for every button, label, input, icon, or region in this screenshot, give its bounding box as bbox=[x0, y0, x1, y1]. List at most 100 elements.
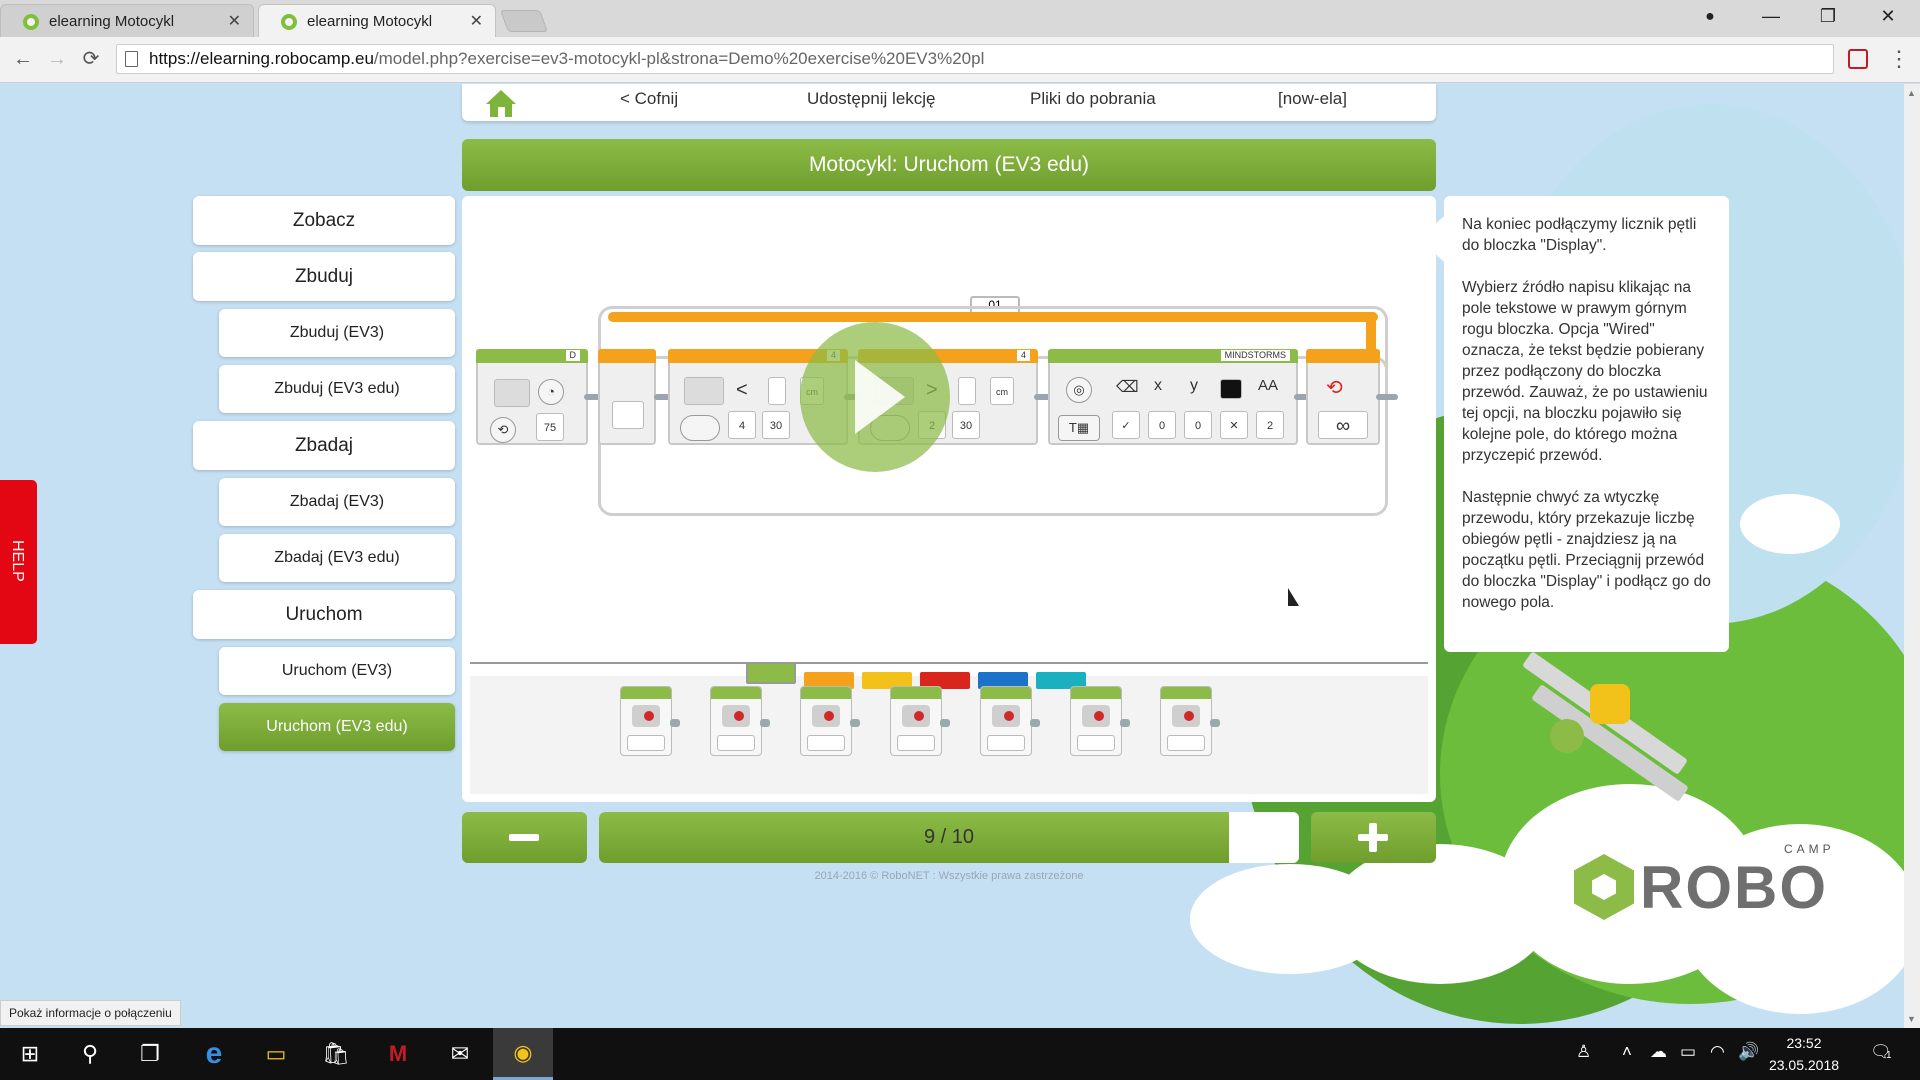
display-color-value[interactable]: ✕ bbox=[1220, 411, 1248, 439]
display-font-value[interactable]: 2 bbox=[1256, 411, 1284, 439]
palette-block[interactable] bbox=[800, 686, 860, 756]
minimize-button[interactable]: — bbox=[1743, 0, 1799, 33]
sidebar-item-zbadaj-ev3[interactable]: Zbadaj (EV3) bbox=[219, 478, 455, 526]
display-x-value[interactable]: 0 bbox=[1148, 411, 1176, 439]
extension-icon[interactable] bbox=[1848, 49, 1868, 69]
battery-icon[interactable]: ▭ bbox=[1680, 1042, 1696, 1062]
play-video-button[interactable] bbox=[800, 322, 950, 472]
volume-icon[interactable]: 🔊 bbox=[1738, 1042, 1759, 1062]
robocamp-hex-icon bbox=[1574, 854, 1634, 920]
x-coordinate-icon: x bbox=[1154, 377, 1162, 394]
large-motor-block[interactable]: D ◔ ⟲ 75 bbox=[476, 349, 588, 445]
account-icon[interactable]: ● bbox=[1682, 0, 1738, 33]
tray-chevron-icon[interactable]: ˄ bbox=[1622, 1042, 1632, 1062]
sidebar-item-uruchom-ev3-edu[interactable]: Uruchom (EV3 edu) bbox=[219, 703, 455, 751]
store-icon[interactable]: 🛍 bbox=[306, 1028, 366, 1080]
page-info-icon[interactable] bbox=[125, 51, 138, 67]
display-mode-selector-icon[interactable]: T▦ bbox=[1058, 415, 1100, 441]
sidebar-item-zbuduj[interactable]: Zbuduj bbox=[193, 252, 455, 301]
previous-step-button[interactable] bbox=[462, 812, 587, 863]
browser-tabbar: elearning Motocykl ✕ elearning Motocykl … bbox=[0, 0, 1920, 37]
mail-icon[interactable]: ✉ bbox=[430, 1028, 490, 1080]
back-link[interactable]: < Cofnij bbox=[620, 84, 678, 114]
close-window-button[interactable]: ✕ bbox=[1860, 0, 1916, 33]
palette-block[interactable] bbox=[710, 686, 770, 756]
browser-menu-icon[interactable]: ⋮ bbox=[1888, 44, 1910, 74]
tab-title: elearning Motocykl bbox=[307, 13, 433, 30]
browser-tab-2[interactable]: elearning Motocykl ✕ bbox=[258, 4, 496, 37]
palette-block[interactable] bbox=[620, 686, 680, 756]
page-scrollbar[interactable]: ▲ ▼ bbox=[1904, 84, 1920, 1028]
background-cloud bbox=[1740, 494, 1840, 554]
scroll-down-icon[interactable]: ▼ bbox=[1907, 1014, 1916, 1024]
display-block[interactable]: MINDSTORMS ◎ ⌫ x y AA T▦ ✓ 0 0 ✕ 2 bbox=[1048, 349, 1298, 445]
reload-button[interactable]: ⟳ bbox=[76, 44, 106, 74]
unit-label: cm bbox=[990, 377, 1014, 405]
search-icon[interactable]: ⚲ bbox=[60, 1028, 120, 1080]
palette-block[interactable] bbox=[980, 686, 1040, 756]
task-view-icon[interactable]: ❐ bbox=[120, 1028, 180, 1080]
loop-mode-infinite[interactable]: ∞ bbox=[1318, 411, 1368, 439]
help-tab[interactable]: HELP bbox=[0, 480, 37, 644]
wait2-value[interactable]: 30 bbox=[952, 411, 980, 439]
hourglass-icon bbox=[684, 377, 724, 405]
scroll-up-icon[interactable]: ▲ bbox=[1907, 88, 1916, 98]
taskbar-clock[interactable]: 23:52 23.05.2018 bbox=[1764, 1032, 1844, 1076]
back-button[interactable]: ← bbox=[8, 44, 38, 74]
start-button-icon[interactable]: ⊞ bbox=[0, 1028, 60, 1080]
clock-time: 23:52 bbox=[1786, 1035, 1822, 1051]
address-url: https://elearning.robocamp.eu/model.php?… bbox=[149, 45, 984, 73]
home-icon[interactable] bbox=[484, 88, 518, 118]
program-canvas[interactable]: 01 D ◔ ⟲ 75 4 < bbox=[470, 204, 1428, 654]
display-y-value[interactable]: 0 bbox=[1184, 411, 1212, 439]
tab-title: elearning Motocykl bbox=[49, 13, 175, 30]
mouse-cursor-icon bbox=[1288, 588, 1299, 606]
edge-icon[interactable]: e bbox=[184, 1028, 244, 1080]
sidebar-item-zbadaj[interactable]: Zbadaj bbox=[193, 421, 455, 470]
sidebar-item-zobacz[interactable]: Zobacz bbox=[193, 196, 455, 245]
user-link[interactable]: [now-ela] bbox=[1278, 84, 1347, 114]
wait1-threshold[interactable]: 4 bbox=[728, 411, 756, 439]
wait1-value[interactable]: 30 bbox=[762, 411, 790, 439]
tab-close-icon[interactable]: ✕ bbox=[228, 5, 241, 38]
palette-block[interactable] bbox=[1160, 686, 1220, 756]
sidebar-item-zbadaj-ev3-edu[interactable]: Zbadaj (EV3 edu) bbox=[219, 534, 455, 582]
loop-start-block[interactable] bbox=[598, 349, 656, 445]
downloads-link[interactable]: Pliki do pobrania bbox=[1030, 84, 1156, 114]
page-viewport: < Cofnij Udostępnij lekcję Pliki do pobr… bbox=[0, 84, 1904, 1028]
palette-tab-1[interactable] bbox=[746, 662, 796, 684]
forward-button[interactable]: → bbox=[42, 44, 72, 74]
tab-close-icon[interactable]: ✕ bbox=[470, 5, 483, 38]
sidebar-item-uruchom-ev3[interactable]: Uruchom (EV3) bbox=[219, 647, 455, 695]
sidebar-item-uruchom[interactable]: Uruchom bbox=[193, 590, 455, 639]
robocamp-favicon-icon bbox=[281, 14, 297, 30]
chrome-icon[interactable]: ◉ bbox=[493, 1028, 553, 1080]
wifi-icon[interactable]: ◠ bbox=[1710, 1042, 1725, 1062]
motor-power-value[interactable]: 75 bbox=[536, 413, 564, 441]
loop-index-plug[interactable] bbox=[612, 401, 644, 429]
url-host: https://elearning.robocamp.eu bbox=[149, 49, 374, 68]
address-bar[interactable]: https://elearning.robocamp.eu/model.php?… bbox=[116, 44, 1834, 74]
notification-count: 1 bbox=[1886, 1050, 1892, 1061]
mode-selector-icon[interactable]: ⟲ bbox=[490, 417, 516, 443]
sidebar-item-zbuduj-ev3[interactable]: Zbuduj (EV3) bbox=[219, 309, 455, 357]
next-step-button[interactable] bbox=[1311, 812, 1436, 863]
minus-icon bbox=[509, 834, 539, 841]
display-text-source[interactable]: MINDSTORMS bbox=[1220, 350, 1290, 361]
sequence-wire bbox=[1376, 394, 1398, 400]
wait-mode-selector-icon[interactable] bbox=[680, 415, 720, 441]
sidebar-item-zbuduj-ev3-edu[interactable]: Zbuduj (EV3 edu) bbox=[219, 365, 455, 413]
share-lesson-link[interactable]: Udostępnij lekcję bbox=[807, 84, 936, 114]
browser-tab-1[interactable]: elearning Motocykl ✕ bbox=[0, 4, 254, 37]
robocamp-logo: ROBO CAMP bbox=[1574, 842, 1864, 934]
new-tab-button[interactable] bbox=[499, 10, 549, 32]
palette-block[interactable] bbox=[890, 686, 950, 756]
loop-end-block[interactable]: ⟲ ∞ bbox=[1306, 349, 1380, 445]
palette-block[interactable] bbox=[1070, 686, 1130, 756]
clear-check-icon[interactable]: ✓ bbox=[1112, 411, 1140, 439]
file-explorer-icon[interactable]: ▭ bbox=[246, 1028, 306, 1080]
mcafee-icon[interactable]: M bbox=[368, 1028, 428, 1080]
restore-button[interactable]: ❐ bbox=[1800, 0, 1856, 33]
onedrive-icon[interactable]: ☁ bbox=[1650, 1042, 1667, 1062]
people-icon[interactable]: ♙ bbox=[1576, 1042, 1591, 1062]
